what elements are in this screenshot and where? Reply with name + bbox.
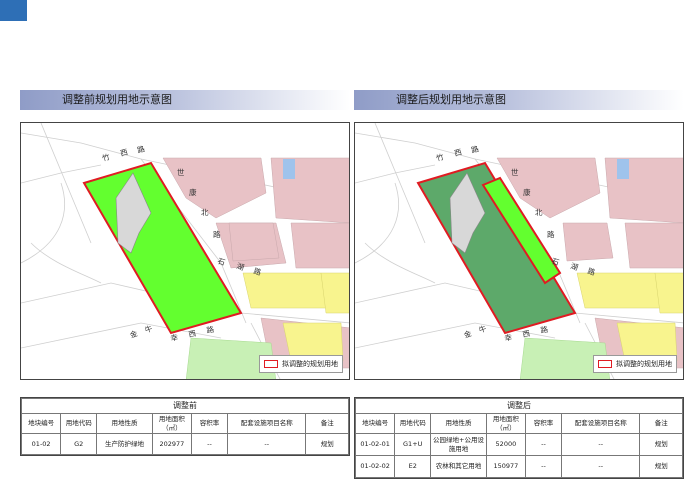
- svg-text:世: 世: [511, 167, 519, 177]
- svg-text:北: 北: [535, 208, 543, 217]
- svg-text:北: 北: [201, 208, 209, 217]
- after-table: 调整后 地块编号 用地代码 用地性质 用地面积（㎡） 容积率 配套设施项目名称 …: [354, 398, 683, 478]
- table-title: 调整前: [21, 398, 349, 414]
- svg-text:湖: 湖: [235, 261, 245, 272]
- cell: --: [560, 433, 641, 456]
- cell: 规划: [305, 433, 349, 455]
- col-header: 地块编号: [20, 413, 62, 434]
- cell: --: [226, 433, 307, 455]
- right-legend: 拟调整的规划用地: [593, 355, 677, 373]
- cell: --: [525, 433, 562, 456]
- legend-label: 拟调整的规划用地: [616, 360, 672, 368]
- table-row: 01-02-02 E2 农林和其它用地 150977 -- -- 规划: [354, 455, 683, 478]
- svg-text:路: 路: [213, 229, 221, 239]
- table-title: 调整后: [355, 398, 683, 414]
- right-map-svg: 竹 西 路 世 康 北 路 石 湖 路 幸 西 路 金 牛: [355, 123, 683, 379]
- svg-text:西: 西: [188, 329, 197, 339]
- svg-text:路: 路: [547, 229, 555, 239]
- svg-text:路: 路: [206, 324, 216, 335]
- svg-text:西: 西: [522, 329, 531, 339]
- cell: --: [560, 455, 641, 478]
- right-header-title: 调整后规划用地示意图: [396, 93, 506, 106]
- cell: G2: [60, 433, 98, 455]
- svg-text:幸: 幸: [504, 333, 513, 343]
- svg-text:幸: 幸: [170, 333, 179, 343]
- col-header: 地块编号: [354, 413, 396, 434]
- left-map-panel: 竹 西 路 世 康 北 路 石 湖 路 幸 西 路 金 牛 拟调整的规划用地: [20, 122, 350, 380]
- svg-text:路: 路: [470, 143, 480, 155]
- left-header-title: 调整前规划用地示意图: [62, 93, 172, 106]
- col-header: 用地代码: [60, 413, 98, 434]
- svg-text:康: 康: [189, 187, 197, 197]
- right-section-header: 调整后规划用地示意图: [354, 90, 684, 110]
- svg-text:金: 金: [462, 328, 473, 340]
- cell: G1+U: [394, 433, 432, 456]
- cell: 农林和其它用地: [430, 455, 487, 478]
- left-legend: 拟调整的规划用地: [259, 355, 343, 373]
- right-map-panel: 竹 西 路 世 康 北 路 石 湖 路 幸 西 路 金 牛 拟调整的规划用地: [354, 122, 684, 380]
- col-header: 配套设施项目名称: [560, 413, 641, 434]
- svg-text:西: 西: [453, 147, 463, 158]
- col-header: 容积率: [191, 413, 228, 434]
- left-map-svg: 竹 西 路 世 康 北 路 石 湖 路 幸 西 路 金 牛: [21, 123, 349, 379]
- svg-text:湖: 湖: [569, 261, 579, 272]
- svg-text:世: 世: [177, 167, 185, 177]
- cell: 01-02-02: [354, 455, 396, 478]
- svg-text:路: 路: [136, 143, 146, 155]
- cell: 生产防护绿地: [96, 433, 153, 455]
- cell: 150977: [485, 455, 527, 478]
- col-header: 用地面积（㎡）: [151, 413, 193, 434]
- table-row: 01-02 G2 生产防护绿地 202977 -- -- 规划: [20, 433, 349, 455]
- svg-text:竹: 竹: [435, 151, 445, 163]
- legend-swatch: [598, 360, 612, 368]
- svg-text:路: 路: [540, 324, 550, 335]
- right-table-box: 调整后 地块编号 用地代码 用地性质 用地面积（㎡） 容积率 配套设施项目名称 …: [354, 397, 684, 479]
- col-header: 用地性质: [430, 413, 487, 434]
- left-table-box: 调整前 地块编号 用地代码 用地性质 用地面积（㎡） 容积率 配套设施项目名称 …: [20, 397, 350, 456]
- cell: 01-02: [20, 433, 62, 455]
- svg-text:西: 西: [119, 147, 129, 158]
- svg-text:康: 康: [523, 187, 531, 197]
- brand-corner-logo: [0, 0, 27, 21]
- svg-text:牛: 牛: [143, 323, 154, 335]
- col-header: 用地性质: [96, 413, 153, 434]
- legend-swatch: [264, 360, 278, 368]
- cell: 规划: [639, 455, 683, 478]
- col-header: 配套设施项目名称: [226, 413, 307, 434]
- cell: 公园绿地+公用设施用地: [430, 433, 487, 456]
- legend-label: 拟调整的规划用地: [282, 360, 338, 368]
- cell: 01-02-01: [354, 433, 396, 456]
- svg-text:金: 金: [128, 328, 139, 340]
- svg-text:竹: 竹: [101, 151, 111, 163]
- cell: E2: [394, 455, 432, 478]
- cell: --: [191, 433, 228, 455]
- cell: 规划: [639, 433, 683, 456]
- svg-text:石: 石: [216, 256, 226, 267]
- col-header: 用地代码: [394, 413, 432, 434]
- cell: 202977: [151, 433, 193, 455]
- col-header: 用地面积（㎡）: [485, 413, 527, 434]
- cell: --: [525, 455, 562, 478]
- col-header: 备注: [639, 413, 683, 434]
- cell: 52000: [485, 433, 527, 456]
- col-header: 备注: [305, 413, 349, 434]
- before-table: 调整前 地块编号 用地代码 用地性质 用地面积（㎡） 容积率 配套设施项目名称 …: [20, 398, 349, 455]
- col-header: 容积率: [525, 413, 562, 434]
- left-section-header: 调整前规划用地示意图: [20, 90, 350, 110]
- table-row: 01-02-01 G1+U 公园绿地+公用设施用地 52000 -- -- 规划: [354, 433, 683, 456]
- svg-text:牛: 牛: [477, 323, 488, 335]
